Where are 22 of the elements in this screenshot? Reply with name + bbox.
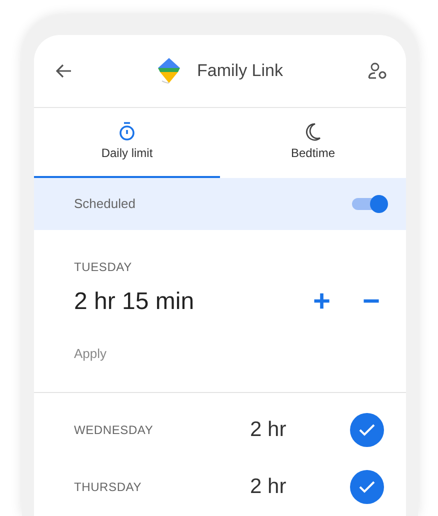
checkbox[interactable] [350, 412, 384, 446]
time-limit: 2 hr [250, 416, 288, 443]
back-icon[interactable] [56, 64, 72, 78]
moon-icon [305, 122, 321, 141]
account-settings-icon[interactable] [368, 62, 388, 80]
day-label: WEDNESDAY [74, 422, 154, 438]
check-icon [359, 424, 375, 436]
app-title: Family Link [197, 60, 283, 82]
toggle-switch[interactable] [350, 194, 388, 214]
time-limit: 2 hr [250, 474, 288, 500]
apply-button[interactable]: Apply [74, 344, 107, 364]
check-icon [359, 480, 375, 492]
time-limit: 2 hr 15 min [74, 287, 194, 317]
increase-button[interactable]: + [308, 287, 334, 317]
checkbox[interactable] [350, 470, 384, 504]
logo-icon [157, 57, 182, 85]
decrease-button[interactable]: − [358, 287, 384, 317]
day-label: THURSDAY [74, 478, 143, 496]
tab[interactable]: Bedtime [220, 108, 406, 178]
schedule-label: Scheduled [74, 195, 136, 214]
timer-icon [119, 122, 135, 141]
day-label: TUESDAY [74, 259, 133, 276]
